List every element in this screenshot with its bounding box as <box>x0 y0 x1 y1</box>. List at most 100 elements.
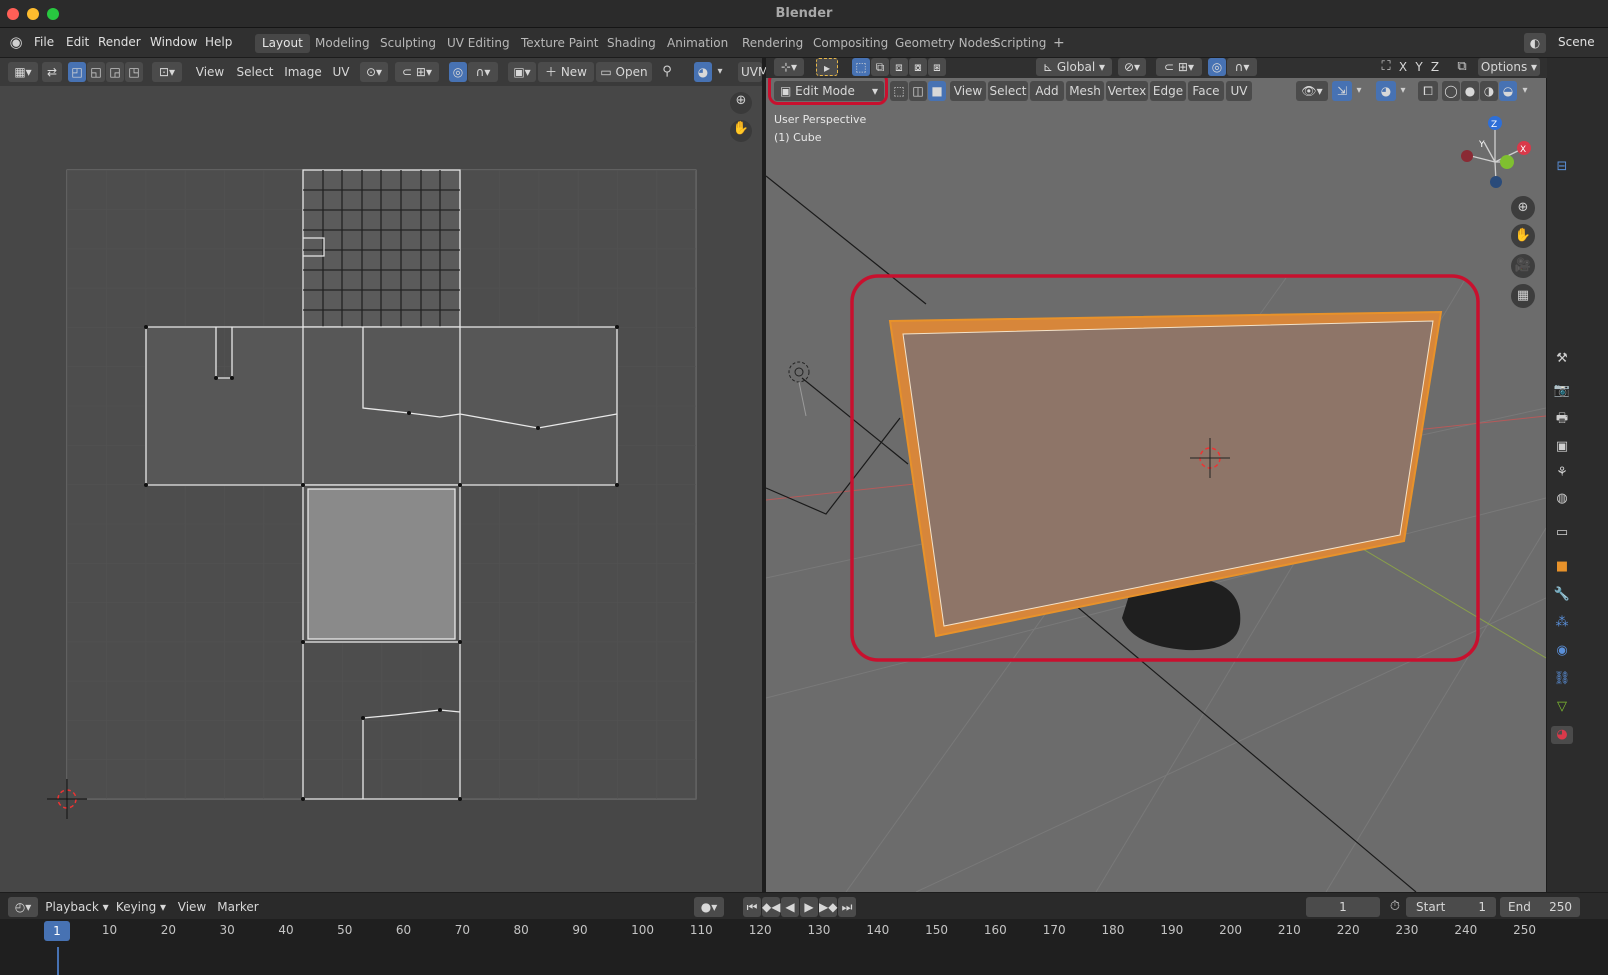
play-icon[interactable]: ▶ <box>800 897 818 917</box>
tab-rendering[interactable]: Rendering <box>735 34 810 53</box>
zoom-icon[interactable]: ⊕ <box>730 92 752 114</box>
xray-icon[interactable]: ⧠ <box>1418 81 1438 101</box>
playhead-frame-indicator[interactable]: 1 <box>44 921 70 941</box>
constraint-props-icon[interactable]: ⛓ <box>1553 670 1571 688</box>
camera-view-icon[interactable]: 🎥 <box>1511 254 1535 278</box>
gizmo-toggle-icon[interactable]: ⇲ <box>1332 81 1352 101</box>
mirror-icon[interactable]: ⛶ <box>1378 58 1394 76</box>
preview-range-icon[interactable]: ⏱ <box>1386 898 1404 916</box>
tab-modeling[interactable]: Modeling <box>308 34 377 53</box>
rendered-shading-icon[interactable]: ◒ <box>1499 81 1517 101</box>
outliner-icon[interactable]: ⊟ <box>1553 158 1571 176</box>
falloff-icon[interactable]: ∩▾ <box>468 62 498 82</box>
tab-scripting[interactable]: Scripting <box>986 34 1053 53</box>
data-props-icon[interactable]: ▽ <box>1553 698 1571 716</box>
select-box-subtract-icon[interactable]: ⧈ <box>890 58 908 76</box>
world-props-icon[interactable]: ◍ <box>1553 490 1571 508</box>
viewport-pan-icon[interactable]: ✋ <box>1511 224 1535 248</box>
gizmo-neg-z-icon[interactable] <box>1490 176 1502 188</box>
particles-props-icon[interactable]: ⁂ <box>1553 614 1571 632</box>
pin-icon[interactable]: ⚲ <box>658 63 676 81</box>
uv-sync-icon[interactable]: ⇄ <box>42 62 62 82</box>
uv-canvas[interactable] <box>0 86 762 892</box>
gizmo-dropdown-icon[interactable]: ▾ <box>1353 82 1365 100</box>
viewport-overlay-icon[interactable]: ◕ <box>1376 81 1396 101</box>
3d-viewport[interactable]: Z X Y ▣ Edit Mode ▾ ⬚ ◫ ■ View Select Ad… <box>766 78 1546 892</box>
end-frame-field[interactable]: End 250 <box>1500 897 1580 917</box>
sticky-select-icon[interactable]: ⊡▾ <box>152 62 182 82</box>
add-workspace-button[interactable]: + <box>1046 34 1072 53</box>
blender-logo-icon[interactable]: ◉ <box>7 33 25 51</box>
tool-props-icon[interactable]: ⚒ <box>1553 350 1571 368</box>
keying-menu[interactable]: Keying ▾ <box>112 897 170 917</box>
gizmo-y-icon[interactable] <box>1500 155 1514 169</box>
proportional-edit-icon[interactable]: ◎ <box>449 62 467 82</box>
edge-select-icon[interactable]: ◱ <box>87 62 105 82</box>
menu-help[interactable]: Help <box>205 35 232 49</box>
modifier-props-icon[interactable]: 🔧 <box>1553 586 1571 604</box>
open-image-button[interactable]: ▭ Open <box>596 62 652 82</box>
physics-props-icon[interactable]: ◉ <box>1553 642 1571 660</box>
scene-props-icon[interactable]: ⚘ <box>1553 464 1571 482</box>
ortho-toggle-icon[interactable]: ▦ <box>1511 284 1535 308</box>
uv-select-menu[interactable]: Select <box>230 62 280 82</box>
object-props-icon[interactable]: ■ <box>1553 558 1571 576</box>
viewport-face-menu[interactable]: Face <box>1188 81 1224 101</box>
visibility-icon[interactable]: 👁▾ <box>1296 81 1328 101</box>
tab-uv-editing[interactable]: UV Editing <box>440 34 517 53</box>
play-reverse-icon[interactable]: ◀ <box>781 897 799 917</box>
tab-animation[interactable]: Animation <box>660 34 735 53</box>
uv-editor-area[interactable]: ⊕ ✋ <box>0 86 762 892</box>
tab-compositing[interactable]: Compositing <box>806 34 895 53</box>
new-image-button[interactable]: ＋ New <box>538 62 594 82</box>
vertex-select-icon[interactable]: ◰ <box>68 62 86 82</box>
light-object-icon[interactable] <box>788 361 810 417</box>
render-props-icon[interactable]: 📷 <box>1553 382 1571 400</box>
timeline-track-area[interactable] <box>0 919 1608 975</box>
wireframe-shading-icon[interactable]: ◯ <box>1442 81 1460 101</box>
material-props-icon[interactable]: ◕ <box>1551 726 1573 744</box>
viewport-overlay-dropdown-icon[interactable]: ▾ <box>1397 82 1409 100</box>
jump-end-icon[interactable]: ⏭ <box>838 897 856 917</box>
image-browse-icon[interactable]: ▣▾ <box>508 62 536 82</box>
timeline-editor-type-icon[interactable]: ◴▾ <box>8 897 38 917</box>
mirror-z-toggle[interactable]: Z <box>1428 58 1442 76</box>
viewport-mesh-menu[interactable]: Mesh <box>1066 81 1104 101</box>
current-frame-field[interactable]: 1 <box>1306 897 1380 917</box>
transform-orientation-dropdown[interactable]: ⊾ Global ▾ <box>1036 58 1112 76</box>
face-select-icon[interactable]: ◲ <box>106 62 124 82</box>
menu-edit[interactable]: Edit <box>66 35 89 49</box>
timeline-view-menu[interactable]: View <box>174 897 210 917</box>
island-select-icon[interactable]: ◳ <box>125 62 143 82</box>
viewport-select-menu[interactable]: Select <box>988 81 1028 101</box>
viewport-editor-type-icon[interactable]: ⊹▾ <box>774 58 804 76</box>
mirror-x-toggle[interactable]: X <box>1396 58 1410 76</box>
pivot-icon[interactable]: ⊙▾ <box>360 62 388 82</box>
viewport-add-menu[interactable]: Add <box>1030 81 1064 101</box>
gizmo-neg-x-icon[interactable] <box>1461 150 1473 162</box>
viewport-zoom-icon[interactable]: ⊕ <box>1511 196 1535 220</box>
select-box-invert-icon[interactable]: ⧇ <box>909 58 927 76</box>
viewport-vertex-menu[interactable]: Vertex <box>1106 81 1148 101</box>
viewport-proportional-icon[interactable]: ◎ <box>1208 58 1226 76</box>
options-dropdown[interactable]: Options ▾ <box>1478 58 1540 76</box>
collection-props-icon[interactable]: ▭ <box>1553 524 1571 542</box>
jump-next-key-icon[interactable]: ▶◆ <box>819 897 837 917</box>
output-props-icon[interactable]: 🖶 <box>1553 410 1571 428</box>
snap-icon[interactable]: ⊂ ⊞▾ <box>395 62 439 82</box>
select-tool-icon[interactable]: ▸ <box>816 58 838 76</box>
uv-map-field[interactable]: UVM <box>738 62 768 82</box>
solid-shading-icon[interactable]: ● <box>1461 81 1479 101</box>
viewport-scene[interactable]: Z X Y <box>766 78 1546 892</box>
navigation-gizmo[interactable]: Z X Y <box>1461 116 1531 188</box>
viewport-snap-icon[interactable]: ⊂ ⊞▾ <box>1156 58 1202 76</box>
view-layer-icon[interactable]: ▣ <box>1553 438 1571 456</box>
vertex-mode-icon[interactable]: ⬚ <box>890 81 908 101</box>
pan-hand-icon[interactable]: ✋ <box>730 120 752 142</box>
viewport-edge-menu[interactable]: Edge <box>1150 81 1186 101</box>
jump-prev-key-icon[interactable]: ◆◀ <box>762 897 780 917</box>
scene-name[interactable]: Scene <box>1558 35 1595 49</box>
tab-sculpting[interactable]: Sculpting <box>373 34 443 53</box>
edge-mode-icon[interactable]: ◫ <box>909 81 927 101</box>
uv-uv-menu[interactable]: UV <box>326 62 356 82</box>
